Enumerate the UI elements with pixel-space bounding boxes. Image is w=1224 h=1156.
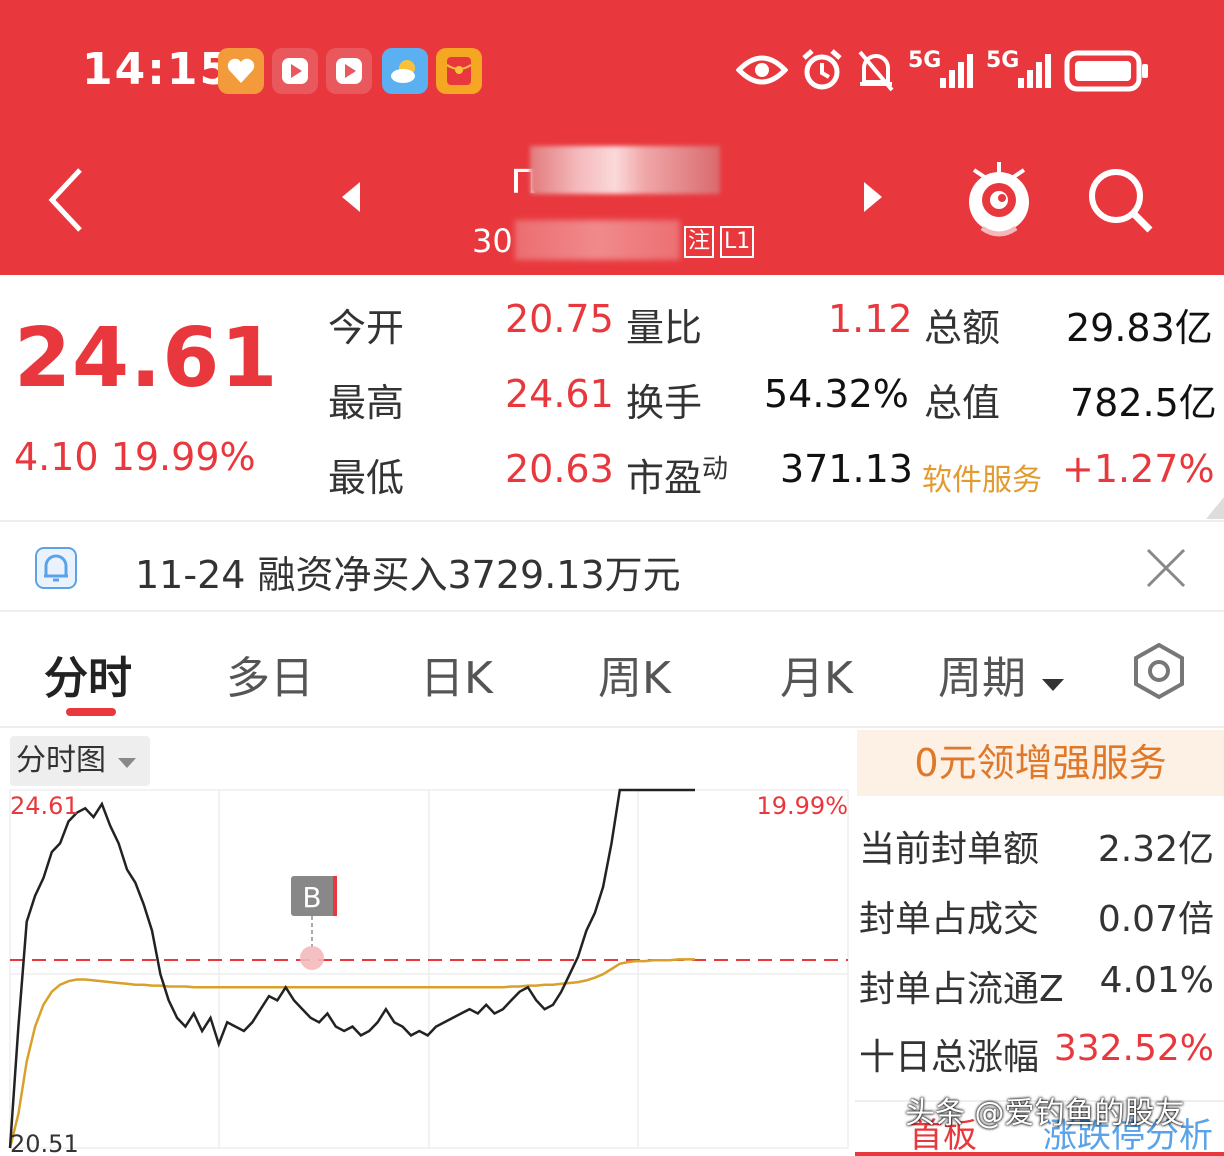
sector-change: +1.27% xyxy=(1062,447,1215,491)
ten-day-gain-row: 十日总涨幅 332.52% xyxy=(855,1028,1224,1088)
turnover-amount-label: 总额 xyxy=(924,306,1001,350)
tab-weekly-k[interactable]: 周K xyxy=(598,642,671,706)
video-app-icon-2 xyxy=(326,48,372,94)
intraday-chart[interactable]: 24.61 20.51 19.99% B xyxy=(0,728,855,1156)
status-bar: 14:15 5G 5G xyxy=(0,0,1224,130)
pe-label: 市盈 xyxy=(626,456,703,500)
chart-tabs: 分时 多日 日K 周K 月K 周期 xyxy=(0,612,1224,728)
signal-icon-sim2: 5G xyxy=(986,44,1056,92)
seal-amount-label: 当前封单额 xyxy=(859,829,1040,870)
side-tab-underline xyxy=(855,1152,1224,1156)
battery-icon xyxy=(1064,50,1148,92)
open-value: 20.75 xyxy=(505,297,614,341)
registration-badge: 注 xyxy=(684,226,715,258)
high-label: 最高 xyxy=(328,381,405,425)
level1-badge: L1 xyxy=(720,226,755,258)
eye-icon xyxy=(736,55,788,85)
stock-name-redaction xyxy=(530,146,720,194)
seal-vs-float-label: 封单占流通Z xyxy=(859,969,1064,1010)
high-value: 24.61 xyxy=(505,372,614,416)
weather-icon xyxy=(382,48,428,94)
price-change: 4.10 19.99% xyxy=(14,435,256,479)
open-label: 今开 xyxy=(328,306,405,350)
stock-code-redaction xyxy=(515,220,680,260)
settings-icon[interactable] xyxy=(1130,642,1188,700)
previous-stock-icon[interactable] xyxy=(338,180,364,214)
market-cap-value: 782.5亿 xyxy=(1070,381,1217,425)
buy-marker: B xyxy=(291,876,337,970)
seal-vs-volume-value: 0.07倍 xyxy=(1097,899,1214,940)
tab-period[interactable]: 周期 xyxy=(938,642,1066,706)
chart-grid xyxy=(9,789,849,1149)
buy-marker-label: B xyxy=(302,881,321,914)
sector-label[interactable]: 软件服务 xyxy=(922,455,1042,499)
close-icon[interactable] xyxy=(1144,546,1188,590)
status-time: 14:15 xyxy=(82,44,233,95)
alarm-icon xyxy=(802,49,842,90)
heart-app-icon xyxy=(218,48,264,94)
stock-code: 30 xyxy=(472,222,513,260)
tab-monthly-k[interactable]: 月K xyxy=(780,642,853,706)
seal-vs-float-row: 封单占流通Z 4.01% xyxy=(855,960,1224,1020)
active-tab-indicator xyxy=(66,708,116,716)
notice-text: 11-24 融资净买入3729.13万元 xyxy=(135,553,681,597)
notice-bar[interactable]: 11-24 融资净买入3729.13万元 xyxy=(0,520,1224,612)
back-icon[interactable] xyxy=(44,166,88,234)
y-axis-top-label: 24.61 xyxy=(10,792,79,820)
tab-daily-k[interactable]: 日K xyxy=(420,642,493,706)
buy-marker-dot xyxy=(300,946,324,970)
average-price-line xyxy=(8,958,695,1149)
corner-fold-icon xyxy=(1206,497,1224,519)
low-label: 最低 xyxy=(328,456,405,500)
pe-dynamic-superscript: 动 xyxy=(702,454,729,485)
ten-day-gain-label: 十日总涨幅 xyxy=(859,1037,1040,1078)
turnover-rate-label: 换手 xyxy=(626,381,703,425)
signal-icon-sim1: 5G xyxy=(908,44,978,92)
promo-banner[interactable]: 0元领增强服务 xyxy=(857,730,1224,796)
mute-bell-icon xyxy=(858,50,894,92)
tab-intraday[interactable]: 分时 xyxy=(44,642,132,706)
chevron-down-icon xyxy=(1042,679,1064,691)
intraday-chart-area: 分时图 24.61 20.51 19.99% B xyxy=(0,728,855,1156)
tab-multi-day[interactable]: 多日 xyxy=(226,642,314,706)
pe-dynamic-label: 市盈动 xyxy=(626,447,728,502)
seal-vs-volume-label: 封单占成交 xyxy=(859,899,1040,940)
y-axis-bottom-label: 20.51 xyxy=(10,1130,79,1156)
pe-value: 371.13 xyxy=(780,447,913,491)
seal-vs-volume-row: 封单占成交 0.07倍 xyxy=(855,890,1224,950)
watermark-text: 头条 @爱钓鱼的股友 xyxy=(905,1096,1185,1131)
volume-ratio-value: 1.12 xyxy=(828,297,913,341)
quote-panel: 24.61 4.10 19.99% 今开 20.75 量比 1.12 总额 29… xyxy=(0,275,1224,520)
seal-amount-row: 当前封单额 2.32亿 xyxy=(855,820,1224,880)
search-icon[interactable] xyxy=(1086,166,1154,234)
price-line xyxy=(8,788,695,1149)
seal-vs-float-value: 4.01% xyxy=(1099,960,1214,1001)
red-envelope-icon xyxy=(436,48,482,94)
market-cap-label: 总值 xyxy=(924,381,1001,425)
price-change-value: 4.10 xyxy=(14,435,99,479)
price-change-percent: 19.99% xyxy=(110,435,256,479)
turnover-rate-value: 54.32% xyxy=(764,372,909,416)
seal-amount-value: 2.32亿 xyxy=(1097,829,1214,870)
title-bar: п 30 注 L1 xyxy=(0,130,1224,275)
buy-marker-edge xyxy=(333,876,337,916)
bell-notice-icon xyxy=(35,547,77,589)
tab-period-label: 周期 xyxy=(938,653,1026,704)
current-price: 24.61 xyxy=(14,311,279,406)
y-axis-top-percent-label: 19.99% xyxy=(756,792,848,820)
low-value: 20.63 xyxy=(505,447,614,491)
ten-day-gain-value: 332.52% xyxy=(1053,1028,1214,1069)
turnover-amount-value: 29.83亿 xyxy=(1066,306,1213,350)
mascot-icon[interactable] xyxy=(962,156,1036,242)
volume-ratio-label: 量比 xyxy=(626,306,703,350)
video-app-icon xyxy=(272,48,318,94)
next-stock-icon[interactable] xyxy=(860,180,886,214)
